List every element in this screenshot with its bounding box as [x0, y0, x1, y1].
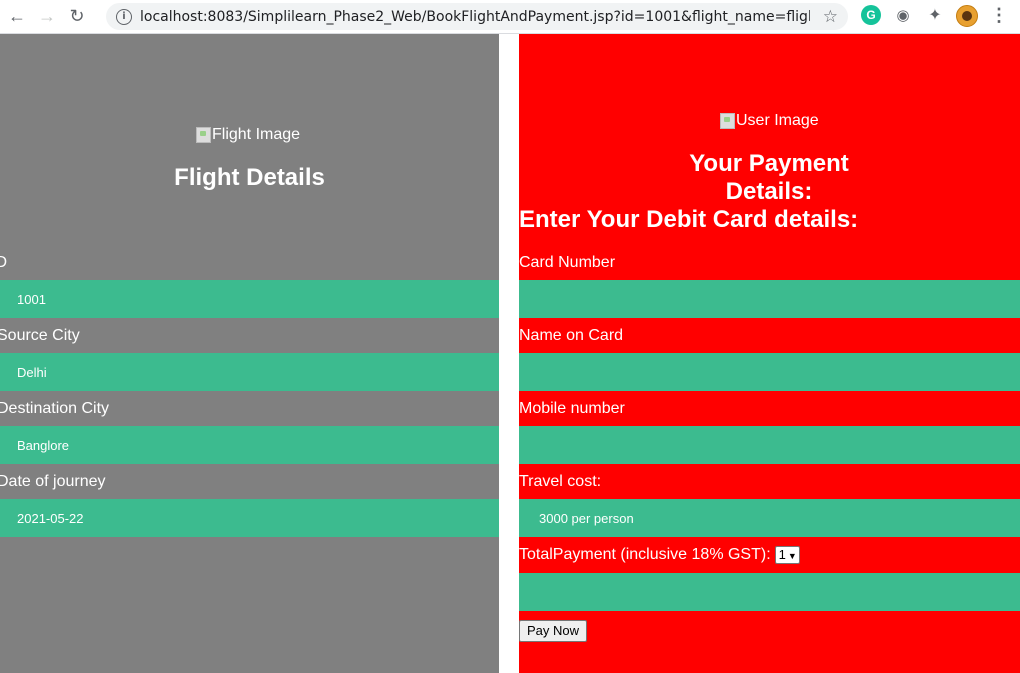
broken-image-icon — [720, 113, 735, 129]
flight-details-panel: Flight Image Flight Details ID 1001 Sour… — [0, 34, 499, 673]
total-payment-label: TotalPayment (inclusive 18% GST): — [519, 546, 771, 564]
info-icon[interactable]: i — [116, 8, 132, 25]
debit-card-subtitle: Enter Your Debit Card details: — [519, 206, 859, 233]
user-image: User Image — [720, 112, 819, 130]
grammarly-icon[interactable]: G — [861, 5, 881, 25]
user-image-alt: User Image — [736, 112, 819, 129]
source-city-label: Source City — [0, 327, 80, 344]
mobile-number-label: Mobile number — [519, 400, 625, 417]
reload-icon[interactable]: ↻ — [64, 4, 90, 30]
total-payment-input[interactable] — [519, 573, 1020, 611]
travel-cost-label: Travel cost: — [519, 473, 602, 490]
puzzle-icon[interactable]: ✦ — [925, 5, 945, 25]
destination-city-value: Banglore — [0, 426, 499, 464]
date-of-journey-label: Date of journey — [0, 473, 106, 490]
destination-city-label: Destination City — [0, 400, 110, 417]
mobile-number-input[interactable] — [519, 426, 1020, 464]
card-number-input[interactable] — [519, 280, 1020, 318]
camera-icon[interactable]: ◉ — [893, 5, 913, 25]
broken-image-icon — [196, 127, 211, 143]
back-arrow-icon[interactable]: ← — [4, 4, 30, 30]
flight-image: Flight Image — [196, 126, 300, 144]
card-number-label: Card Number — [519, 254, 616, 271]
chevron-down-icon: ▼ — [787, 551, 797, 561]
address-bar[interactable]: i localhost:8083/Simplilearn_Phase2_Web/… — [106, 3, 848, 30]
travel-cost-value: 3000 per person — [519, 499, 1020, 537]
pay-now-button[interactable]: Pay Now — [519, 620, 588, 642]
name-on-card-label: Name on Card — [519, 327, 624, 344]
url-text[interactable]: localhost:8083/Simplilearn_Phase2_Web/Bo… — [140, 9, 810, 25]
flight-details-title: Flight Details — [174, 164, 325, 191]
id-value: 1001 — [0, 280, 499, 318]
profile-avatar[interactable] — [956, 5, 978, 27]
id-label: ID — [0, 254, 7, 271]
forward-arrow-icon[interactable]: → — [34, 4, 60, 30]
name-on-card-input[interactable] — [519, 353, 1020, 391]
star-icon[interactable]: ☆ — [823, 7, 838, 27]
payment-details-title: Your Payment Details: — [689, 150, 849, 205]
date-of-journey-value: 2021-05-22 — [0, 499, 499, 537]
total-payment-row: TotalPayment (inclusive 18% GST): 1 ▼ — [519, 546, 800, 564]
payment-panel: User Image Your Payment Details: Enter Y… — [519, 34, 1020, 673]
quantity-value: 1 — [778, 547, 786, 562]
browser-toolbar: ← → ↻ i localhost:8083/Simplilearn_Phase… — [0, 0, 1020, 34]
flight-image-alt: Flight Image — [212, 126, 301, 143]
quantity-select[interactable]: 1 ▼ — [774, 546, 800, 564]
kebab-menu-icon[interactable]: ⋮ — [989, 5, 1009, 25]
source-city-value: Delhi — [0, 353, 499, 391]
